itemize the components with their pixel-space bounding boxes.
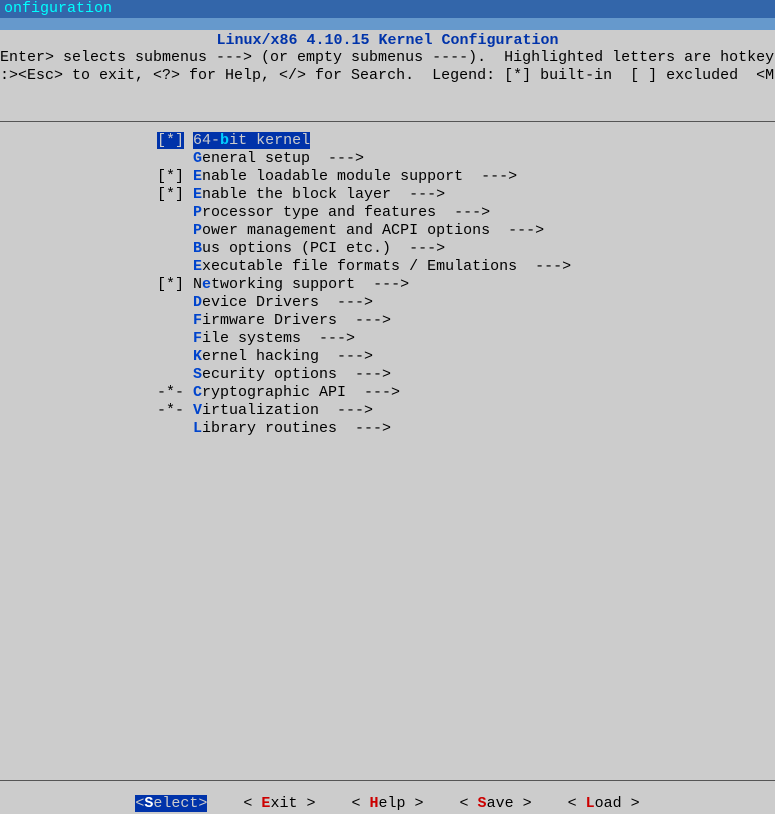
button-label: elect> xyxy=(153,795,207,812)
menu-item-hotkey: S xyxy=(193,366,202,383)
button-hotkey: H xyxy=(369,795,378,812)
button-label: ave > xyxy=(487,795,532,812)
action-button[interactable]: < Save > xyxy=(460,795,532,812)
menu-item-state xyxy=(157,204,193,221)
menu-item-label: ernel hacking ---> xyxy=(202,348,373,365)
action-button[interactable]: < Help > xyxy=(351,795,423,812)
menu-item-label: ower management and ACPI options ---> xyxy=(202,222,544,239)
menu-item-hotkey: e xyxy=(202,276,211,293)
menu-item[interactable]: [*] Enable the block layer ---> xyxy=(157,186,775,204)
menu-list: [*] 64-bit kernel General setup --->[*] … xyxy=(0,132,775,438)
menu-item-label: ibrary routines ---> xyxy=(202,420,391,437)
menu-item-state xyxy=(157,348,193,365)
separator xyxy=(0,121,775,122)
menu-item[interactable]: General setup ---> xyxy=(157,150,775,168)
menu-item-state: -*- xyxy=(157,384,193,401)
button-hotkey: L xyxy=(586,795,595,812)
window-title-text: onfiguration xyxy=(4,0,112,17)
page-title: Linux/x86 4.10.15 Kernel Configuration xyxy=(0,30,775,49)
menu-item-hotkey: V xyxy=(193,402,202,419)
menu-item-hotkey: F xyxy=(193,312,202,329)
menu-item-state xyxy=(157,312,193,329)
action-button[interactable]: <Select> xyxy=(135,795,207,812)
menu-item[interactable]: Bus options (PCI etc.) ---> xyxy=(157,240,775,258)
menu-item[interactable]: Library routines ---> xyxy=(157,420,775,438)
menu-item-hotkey: b xyxy=(220,132,229,149)
menu-item-hotkey: E xyxy=(193,258,202,275)
action-button[interactable]: < Exit > xyxy=(243,795,315,812)
button-label: elp > xyxy=(379,795,424,812)
button-hotkey: S xyxy=(478,795,487,812)
menu-item[interactable]: [*] Networking support ---> xyxy=(157,276,775,294)
menu-item[interactable]: Security options ---> xyxy=(157,366,775,384)
menu-item-label: 64-bit kernel xyxy=(193,132,310,149)
menu-item-label: xecutable file formats / Emulations ---> xyxy=(202,258,571,275)
button-row: <Select> < Exit > < Help > < Save > < Lo… xyxy=(0,795,775,812)
help-text-line2: :><Esc> to exit, <?> for Help, </> for S… xyxy=(0,67,775,85)
menu-item-state: [*] xyxy=(157,276,193,293)
button-label: xit > xyxy=(270,795,315,812)
menu-item-label: rocessor type and features ---> xyxy=(202,204,490,221)
menu-item-hotkey: D xyxy=(193,294,202,311)
menu-item-label: ile systems ---> xyxy=(202,330,355,347)
menu-item-state xyxy=(157,222,193,239)
menu-item[interactable]: Processor type and features ---> xyxy=(157,204,775,222)
menu-item-hotkey: L xyxy=(193,420,202,437)
menu-item-state xyxy=(157,150,193,167)
menu-item-state xyxy=(157,294,193,311)
menu-item-label: us options (PCI etc.) ---> xyxy=(202,240,445,257)
menu-item-label: irtualization ---> xyxy=(202,402,373,419)
menu-item-label: nable loadable module support ---> xyxy=(202,168,517,185)
menu-item-hotkey: E xyxy=(193,168,202,185)
title-stripe xyxy=(0,18,775,30)
menu-item-state xyxy=(157,258,193,275)
menu-item-state: [*] xyxy=(157,132,184,149)
help-text-line1: Enter> selects submenus ---> (or empty s… xyxy=(0,49,775,67)
menu-item[interactable]: Power management and ACPI options ---> xyxy=(157,222,775,240)
menu-item-hotkey: C xyxy=(193,384,202,401)
menu-item-hotkey: E xyxy=(193,186,202,203)
window-title-bar: onfiguration xyxy=(0,0,775,18)
menu-item-state: -*- xyxy=(157,402,193,419)
menu-item[interactable]: Firmware Drivers ---> xyxy=(157,312,775,330)
menu-item[interactable]: -*- Virtualization ---> xyxy=(157,402,775,420)
menu-item-state xyxy=(157,366,193,383)
menu-item-label: ryptographic API ---> xyxy=(202,384,400,401)
bottom-button-bar: <Select> < Exit > < Help > < Save > < Lo… xyxy=(0,780,775,814)
menu-item[interactable]: [*] 64-bit kernel xyxy=(157,132,775,150)
menu-item[interactable]: Kernel hacking ---> xyxy=(157,348,775,366)
menu-item[interactable]: Executable file formats / Emulations ---… xyxy=(157,258,775,276)
menu-item-hotkey: F xyxy=(193,330,202,347)
menu-item-hotkey: B xyxy=(193,240,202,257)
menu-item[interactable]: -*- Cryptographic API ---> xyxy=(157,384,775,402)
menu-item[interactable]: Device Drivers ---> xyxy=(157,294,775,312)
menu-item-hotkey: K xyxy=(193,348,202,365)
action-button[interactable]: < Load > xyxy=(568,795,640,812)
menu-item-hotkey: P xyxy=(193,204,202,221)
menu-item-label: ecurity options ---> xyxy=(202,366,391,383)
menu-item-label: nable the block layer ---> xyxy=(202,186,445,203)
menu-item-label: evice Drivers ---> xyxy=(202,294,373,311)
menu-item-label: tworking support ---> xyxy=(211,276,409,293)
menu-item-state xyxy=(157,420,193,437)
menu-item-state xyxy=(157,330,193,347)
menu-item-state: [*] xyxy=(157,186,193,203)
menu-item-hotkey: G xyxy=(193,150,202,167)
menu-item[interactable]: File systems ---> xyxy=(157,330,775,348)
button-label: oad > xyxy=(595,795,640,812)
menu-item-state: [*] xyxy=(157,168,193,185)
menu-item-label: irmware Drivers ---> xyxy=(202,312,391,329)
menu-item-state xyxy=(157,240,193,257)
menu-item-label: eneral setup ---> xyxy=(202,150,364,167)
menu-item-hotkey: P xyxy=(193,222,202,239)
menu-item[interactable]: [*] Enable loadable module support ---> xyxy=(157,168,775,186)
